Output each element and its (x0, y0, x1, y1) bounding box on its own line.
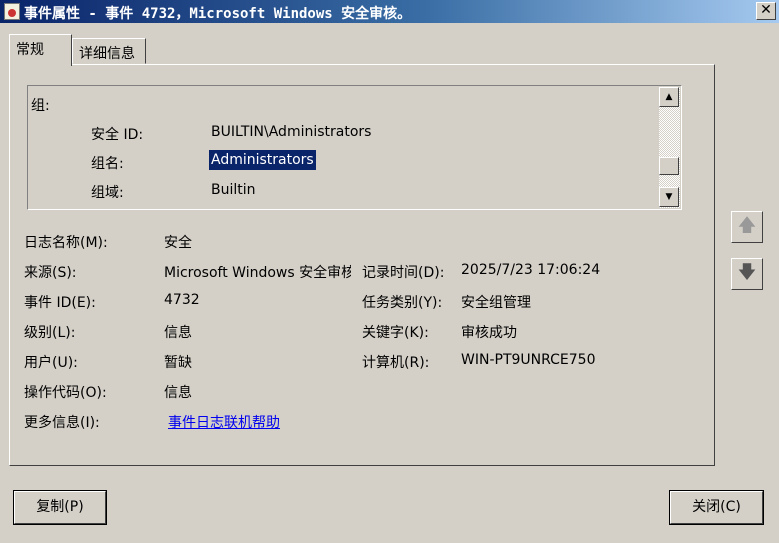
online-help-link[interactable]: 事件日志联机帮助 (168, 412, 280, 432)
keywords-value: 审核成功 (461, 325, 517, 341)
security-id-value: BUILTIN\Administrators (211, 124, 372, 140)
computer-label: 计算机(R): (362, 355, 430, 371)
group-domain-value: Builtin (211, 182, 256, 198)
event-id-label: 事件 ID(E): (24, 295, 96, 311)
tab-general[interactable]: 常规 (9, 34, 72, 66)
scroll-up-arrow-icon[interactable]: ▲ (659, 87, 679, 107)
next-event-down-arrow-icon[interactable]: 🡇 (731, 258, 763, 290)
task-category-value: 安全组管理 (461, 295, 531, 311)
event-properties-icon (4, 3, 20, 20)
source-label: 来源(S): (24, 265, 77, 281)
previous-event-up-arrow-icon[interactable]: 🡅 (731, 211, 763, 243)
user-value: 暂缺 (164, 355, 192, 371)
tab-details[interactable]: 详细信息 (72, 38, 146, 64)
copy-button[interactable]: 复制(P) (13, 490, 107, 525)
level-label: 级别(L): (24, 325, 76, 341)
more-info-label: 更多信息(I): (24, 415, 100, 431)
level-value: 信息 (164, 325, 192, 341)
logged-value: 2025/7/23 17:06:24 (461, 262, 601, 278)
user-label: 用户(U): (24, 355, 78, 371)
keywords-label: 关键字(K): (362, 325, 429, 341)
group-header: 组: (31, 98, 50, 114)
logged-label: 记录时间(D): (362, 265, 445, 281)
scroll-thumb[interactable] (659, 157, 679, 175)
source-value: Microsoft Windows 安全审核 (164, 265, 351, 281)
group-name-value: Administrators (209, 150, 316, 170)
group-name-label: 组名: (91, 156, 124, 172)
close-button[interactable]: 关闭(C) (669, 490, 764, 525)
close-window-button[interactable]: ✕ (756, 2, 776, 20)
scroll-down-arrow-icon[interactable]: ▼ (659, 187, 679, 207)
window-title: 事件属性 - 事件 4732，Microsoft Windows 安全审核。 (24, 6, 412, 22)
vertical-scrollbar[interactable]: ▲ ▼ (659, 87, 680, 208)
log-name-value: 安全 (164, 235, 192, 251)
log-name-label: 日志名称(M): (24, 235, 108, 251)
event-description-box[interactable]: 组: 安全 ID: BUILTIN\Administrators 组名: Adm… (27, 85, 682, 210)
opcode-value: 信息 (164, 385, 192, 401)
task-category-label: 任务类别(Y): (362, 295, 443, 311)
group-domain-label: 组域: (91, 185, 124, 201)
security-id-label: 安全 ID: (91, 127, 144, 143)
opcode-label: 操作代码(O): (24, 385, 107, 401)
computer-value: WIN-PT9UNRCE750 (461, 352, 596, 368)
event-id-value: 4732 (164, 292, 200, 308)
